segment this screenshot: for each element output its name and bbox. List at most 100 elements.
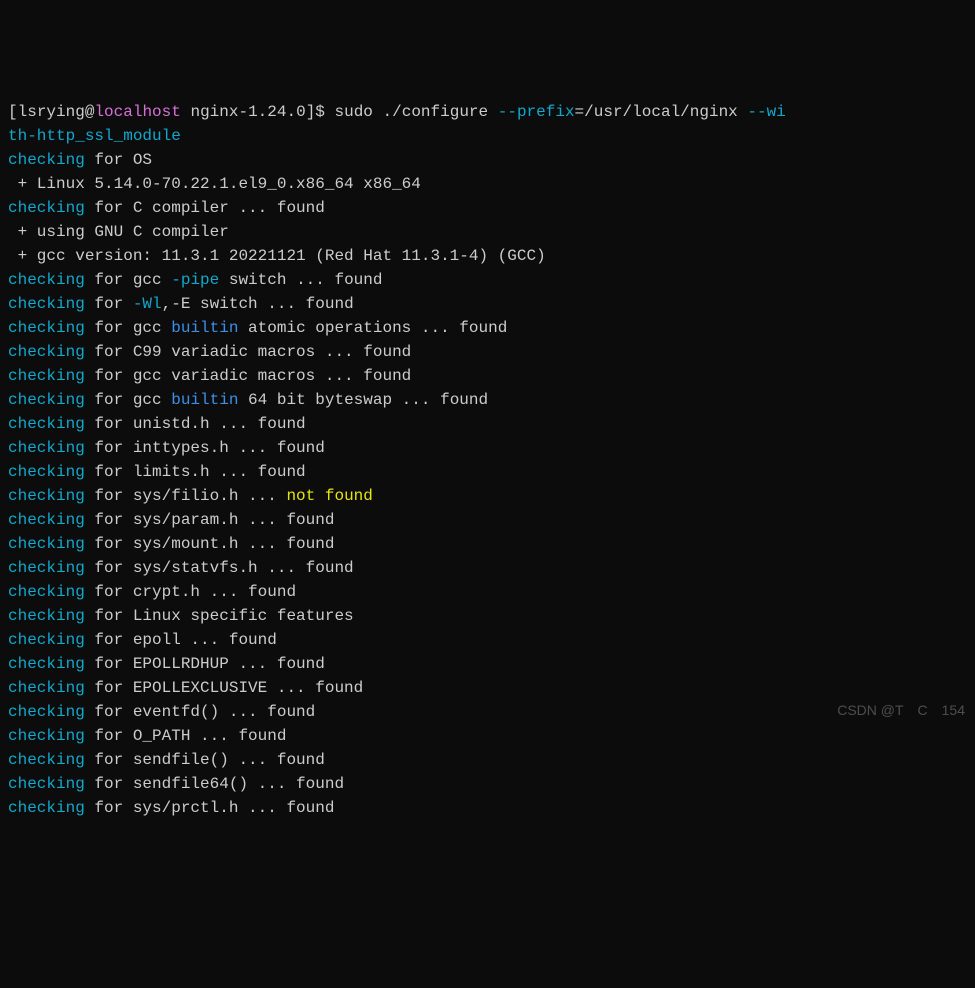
- terminal-line: checking for -Wl,-E switch ... found: [8, 292, 967, 316]
- check-post: ,-E switch ... found: [162, 295, 354, 313]
- terminal-line: checking for C compiler ... found: [8, 196, 967, 220]
- checking-keyword: checking: [8, 487, 85, 505]
- compiler-flag: -pipe: [171, 271, 219, 289]
- checking-keyword: checking: [8, 559, 85, 577]
- check-target: for sys/param.h ... found: [85, 511, 335, 529]
- terminal-line: checking for gcc builtin atomic operatio…: [8, 316, 967, 340]
- path-arg: =/usr/local/nginx: [575, 103, 748, 121]
- checking-keyword: checking: [8, 607, 85, 625]
- checking-keyword: checking: [8, 415, 85, 433]
- terminal-line: checking for C99 variadic macros ... fou…: [8, 340, 967, 364]
- flag-prefix: --prefix: [498, 103, 575, 121]
- command-text: sudo ./configure: [335, 103, 498, 121]
- check-target: for unistd.h ... found: [85, 415, 306, 433]
- check-target: for sys/mount.h ... found: [85, 535, 335, 553]
- check-target: for O_PATH ... found: [85, 727, 287, 745]
- checking-keyword: checking: [8, 799, 85, 817]
- terminal-line: + gcc version: 11.3.1 20221121 (Red Hat …: [8, 244, 967, 268]
- builtin-keyword: builtin: [171, 319, 238, 337]
- prompt-line-wrap: th-http_ssl_module: [8, 124, 967, 148]
- terminal-line: checking for epoll ... found: [8, 628, 967, 652]
- terminal-line: checking for sendfile64() ... found: [8, 772, 967, 796]
- terminal-line: checking for sys/statvfs.h ... found: [8, 556, 967, 580]
- checking-keyword: checking: [8, 631, 85, 649]
- flag-with: --wi: [747, 103, 785, 121]
- check-target: for gcc variadic macros ... found: [85, 367, 411, 385]
- check-target: for C compiler ... found: [85, 199, 325, 217]
- checking-keyword: checking: [8, 583, 85, 601]
- terminal-line: + Linux 5.14.0-70.22.1.el9_0.x86_64 x86_…: [8, 172, 967, 196]
- builtin-keyword: builtin: [171, 391, 238, 409]
- terminal-line: checking for unistd.h ... found: [8, 412, 967, 436]
- terminal-line: checking for OS: [8, 148, 967, 172]
- checking-keyword: checking: [8, 751, 85, 769]
- terminal-line: checking for EPOLLRDHUP ... found: [8, 652, 967, 676]
- checking-keyword: checking: [8, 679, 85, 697]
- check-target: for EPOLLEXCLUSIVE ... found: [85, 679, 363, 697]
- check-post: atomic operations ... found: [238, 319, 507, 337]
- terminal-line: checking for gcc variadic macros ... fou…: [8, 364, 967, 388]
- checking-keyword: checking: [8, 463, 85, 481]
- check-target: for OS: [85, 151, 152, 169]
- username: lsrying: [18, 103, 85, 121]
- flag-with-cont: th-http_ssl_module: [8, 127, 181, 145]
- prompt-line: [lsrying@localhost nginx-1.24.0]$ sudo .…: [8, 100, 967, 124]
- terminal-line: checking for gcc -pipe switch ... found: [8, 268, 967, 292]
- checking-keyword: checking: [8, 295, 85, 313]
- terminal-line: checking for crypt.h ... found: [8, 580, 967, 604]
- terminal-line: + using GNU C compiler: [8, 220, 967, 244]
- checking-keyword: checking: [8, 367, 85, 385]
- check-pre: for sys/filio.h ...: [85, 487, 287, 505]
- terminal-line: checking for O_PATH ... found: [8, 724, 967, 748]
- terminal-line: checking for EPOLLEXCLUSIVE ... found: [8, 676, 967, 700]
- bracket: [: [8, 103, 18, 121]
- terminal-line: checking for sys/filio.h ... not found: [8, 484, 967, 508]
- check-target: for sendfile64() ... found: [85, 775, 344, 793]
- check-target: for epoll ... found: [85, 631, 277, 649]
- check-pre: for gcc: [85, 271, 171, 289]
- check-target: for Linux specific features: [85, 607, 354, 625]
- terminal-line: checking for sys/prctl.h ... found: [8, 796, 967, 820]
- terminal-output[interactable]: [lsrying@localhost nginx-1.24.0]$ sudo .…: [8, 100, 967, 820]
- check-pre: for gcc: [85, 391, 171, 409]
- checking-keyword: checking: [8, 727, 85, 745]
- output-text: + using GNU C compiler: [8, 223, 229, 241]
- at-sign: @: [85, 103, 95, 121]
- check-pre: for: [85, 295, 133, 313]
- not-found: not found: [286, 487, 372, 505]
- hostname: localhost: [94, 103, 180, 121]
- checking-keyword: checking: [8, 199, 85, 217]
- terminal-line: checking for sendfile() ... found: [8, 748, 967, 772]
- checking-keyword: checking: [8, 319, 85, 337]
- check-target: for inttypes.h ... found: [85, 439, 325, 457]
- terminal-line: checking for inttypes.h ... found: [8, 436, 967, 460]
- compiler-flag: -Wl: [133, 295, 162, 313]
- check-target: for crypt.h ... found: [85, 583, 296, 601]
- terminal-line: checking for Linux specific features: [8, 604, 967, 628]
- check-target: for sendfile() ... found: [85, 751, 325, 769]
- terminal-line: checking for limits.h ... found: [8, 460, 967, 484]
- checking-keyword: checking: [8, 511, 85, 529]
- checking-keyword: checking: [8, 655, 85, 673]
- checking-keyword: checking: [8, 775, 85, 793]
- checking-keyword: checking: [8, 151, 85, 169]
- check-target: for EPOLLRDHUP ... found: [85, 655, 325, 673]
- output-text: + Linux 5.14.0-70.22.1.el9_0.x86_64 x86_…: [8, 175, 421, 193]
- terminal-line: checking for gcc builtin 64 bit byteswap…: [8, 388, 967, 412]
- check-target: for sys/statvfs.h ... found: [85, 559, 354, 577]
- checking-keyword: checking: [8, 391, 85, 409]
- check-target: for sys/prctl.h ... found: [85, 799, 335, 817]
- check-pre: for gcc: [85, 319, 171, 337]
- check-post: 64 bit byteswap ... found: [238, 391, 488, 409]
- checking-keyword: checking: [8, 439, 85, 457]
- cwd: nginx-1.24.0: [181, 103, 306, 121]
- terminal-line: checking for eventfd() ... found: [8, 700, 967, 724]
- bracket: ]$: [306, 103, 335, 121]
- checking-keyword: checking: [8, 535, 85, 553]
- check-target: for eventfd() ... found: [85, 703, 315, 721]
- output-text: + gcc version: 11.3.1 20221121 (Red Hat …: [8, 247, 546, 265]
- check-post: switch ... found: [219, 271, 382, 289]
- checking-keyword: checking: [8, 271, 85, 289]
- terminal-line: checking for sys/mount.h ... found: [8, 532, 967, 556]
- checking-keyword: checking: [8, 703, 85, 721]
